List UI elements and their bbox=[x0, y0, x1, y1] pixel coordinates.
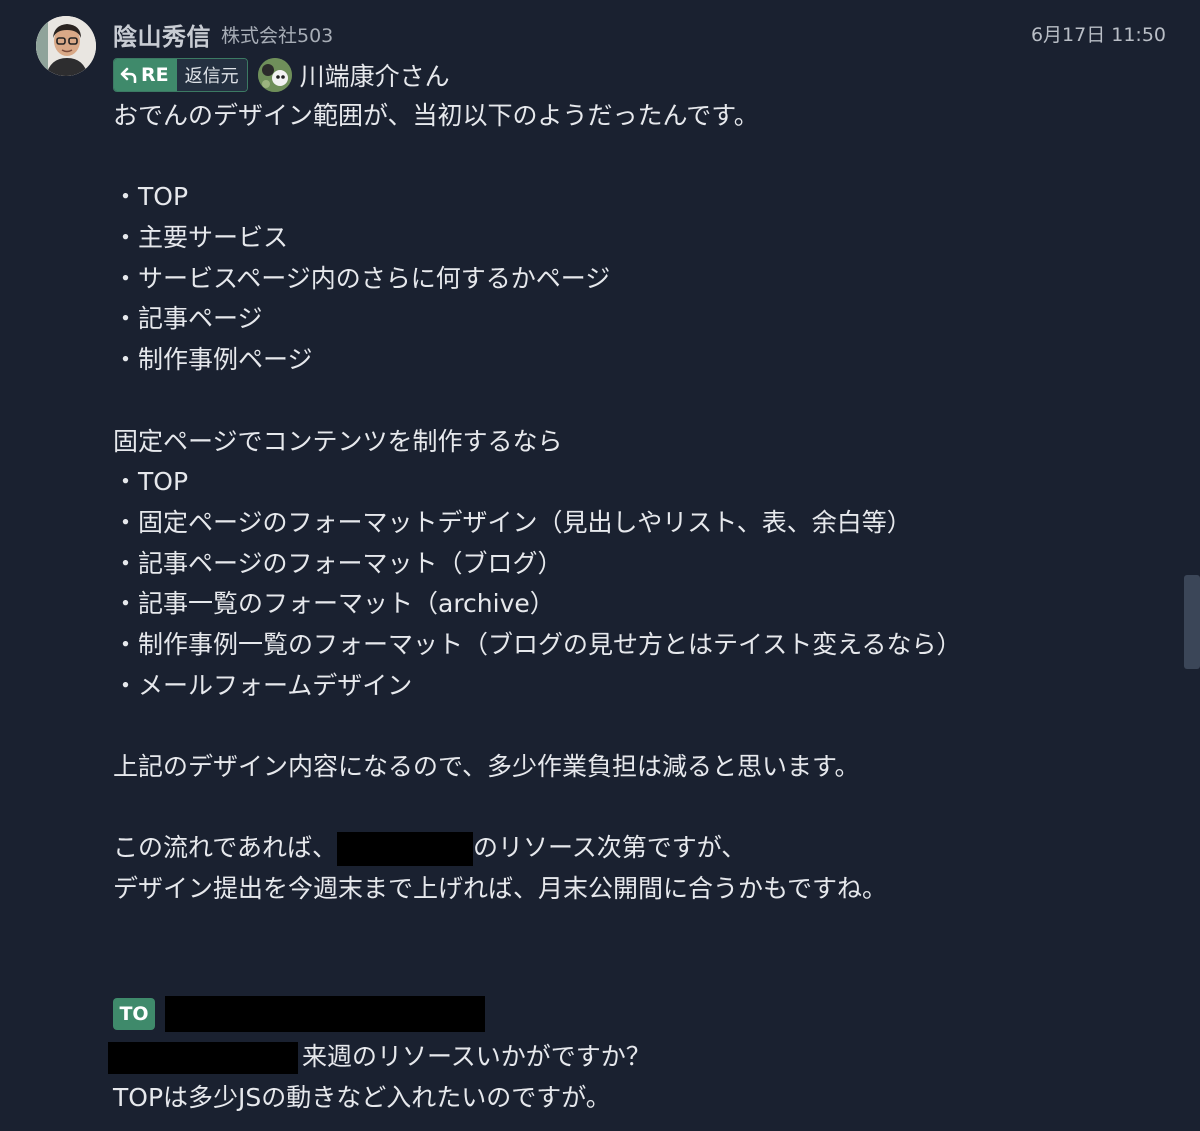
to-mention: TO bbox=[113, 995, 485, 1033]
deadline-text: デザイン提出を今週末まで上げれば、月末公開間に合うかもですね。 bbox=[113, 874, 888, 904]
reply-arrow-icon bbox=[120, 67, 137, 83]
sender-avatar[interactable] bbox=[36, 16, 96, 76]
to-message: 来週のリソースいかがですか？ TOPは多少JSの動きなど入れたいのですが。 bbox=[108, 1036, 651, 1117]
person-photo-icon bbox=[36, 16, 96, 76]
flow-prefix: この流れであれば、 bbox=[113, 833, 338, 863]
flow-line: この流れであれば、 のリソース次第ですが、 bbox=[113, 828, 1173, 869]
chat-message: 陰山秀信 株式会社503 6月17日 11:50 RE 返信元 川端康介さん お… bbox=[0, 0, 1200, 1131]
list-item: ・記事ページのフォーマット（ブログ） bbox=[113, 548, 563, 578]
request-text: TOPは多少JSの動きなど入れたいのですが。 bbox=[113, 1082, 611, 1112]
list-item: ・主要サービス bbox=[113, 223, 289, 253]
list-item: ・記事一覧のフォーマット（archive） bbox=[113, 589, 555, 619]
re-label: RE bbox=[141, 64, 169, 86]
question-text: 来週のリソースいかがですか？ bbox=[302, 1042, 651, 1071]
redacted-mention bbox=[108, 1042, 298, 1074]
reply-source-badge[interactable]: RE 返信元 bbox=[113, 58, 248, 92]
re-label-box: RE bbox=[114, 59, 177, 91]
fixed-page-heading: 固定ページでコンテンツを制作するなら bbox=[113, 426, 563, 456]
flow-suffix: のリソース次第ですが、 bbox=[473, 833, 747, 863]
to-badge[interactable]: TO bbox=[113, 998, 155, 1030]
redacted-to-recipient bbox=[165, 996, 485, 1032]
message-timestamp: 6月17日 11:50 bbox=[1030, 24, 1166, 46]
reply-row: RE 返信元 川端康介さん bbox=[113, 58, 450, 92]
list-item: ・TOP bbox=[113, 467, 189, 497]
recipient-avatar[interactable] bbox=[257, 58, 292, 92]
animal-avatar-icon bbox=[257, 58, 292, 92]
redacted-name bbox=[337, 832, 474, 867]
sender-name[interactable]: 陰山秀信 bbox=[113, 17, 211, 52]
list-item: ・制作事例一覧のフォーマット（ブログの見せ方とはテイスト変えるなら） bbox=[113, 629, 962, 659]
message-body: おでんのデザイン範囲が、当初以下のようだったんです。 ・TOP ・主要サービス … bbox=[113, 96, 1173, 910]
sender-company: 株式会社503 bbox=[221, 24, 334, 47]
list-item: ・固定ページのフォーマットデザイン（見出しやリスト、表、余白等） bbox=[113, 507, 912, 537]
summary-text: 上記のデザイン内容になるので、多少作業負担は減ると思います。 bbox=[113, 752, 860, 781]
reply-recipient-name: 川端康介さん bbox=[299, 62, 450, 91]
list-item: ・サービスページ内のさらに何するかページ bbox=[113, 263, 611, 293]
list-item: ・制作事例ページ bbox=[113, 345, 313, 375]
list-item: ・TOP bbox=[113, 182, 189, 212]
list-item: ・記事ページ bbox=[113, 304, 263, 334]
scrollbar-thumb[interactable] bbox=[1184, 575, 1200, 669]
reply-source-label: 返信元 bbox=[176, 59, 247, 91]
question-line: 来週のリソースいかがですか？ bbox=[108, 1036, 651, 1077]
intro-text: おでんのデザイン範囲が、当初以下のようだったんです。 bbox=[113, 101, 759, 130]
message-header: 陰山秀信 株式会社503 bbox=[113, 16, 333, 52]
list-item: ・メールフォームデザイン bbox=[113, 670, 413, 700]
